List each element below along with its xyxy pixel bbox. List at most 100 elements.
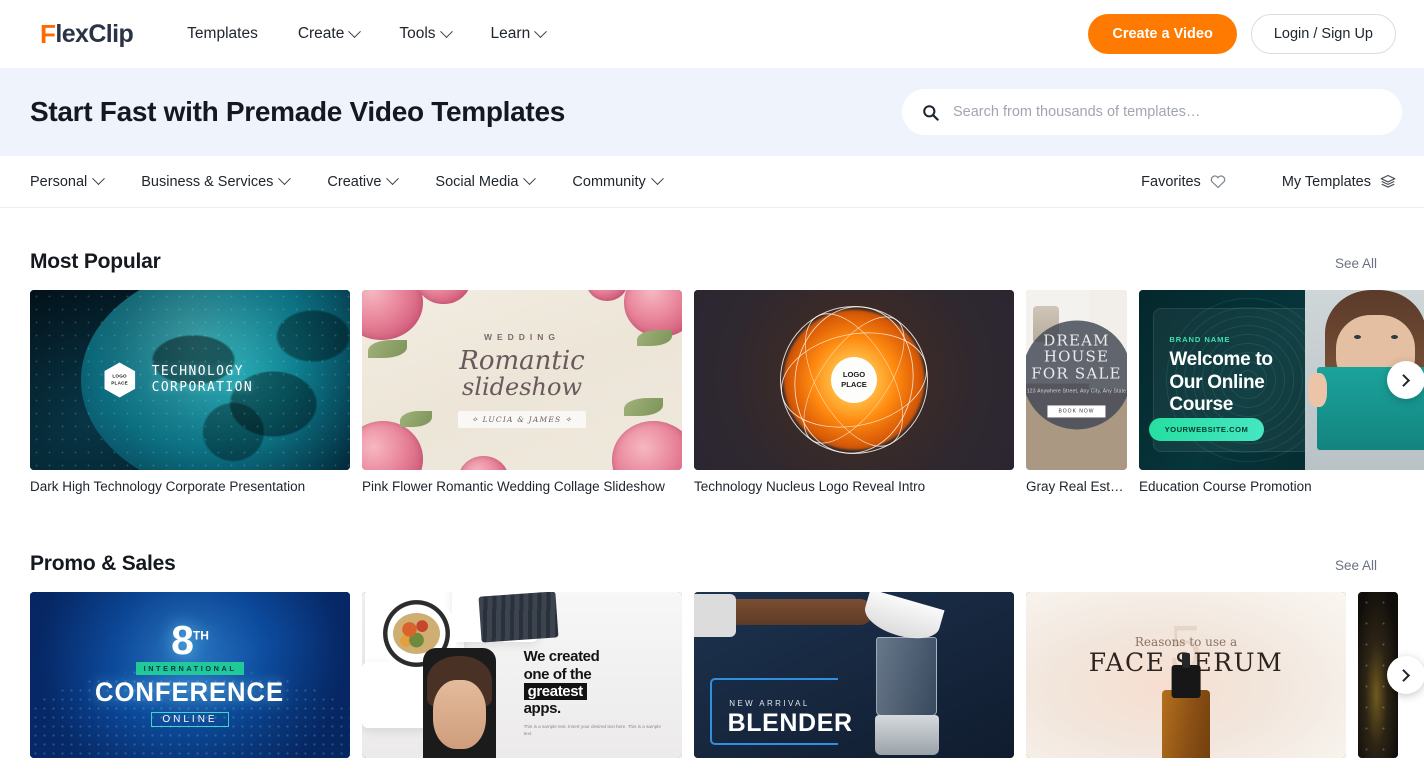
category-label: Business & Services: [141, 173, 274, 190]
hero-banner: Start Fast with Premade Video Templates: [0, 68, 1424, 156]
headline-tag: ONLINE: [151, 711, 229, 727]
create-video-button[interactable]: Create a Video: [1088, 14, 1237, 54]
flexclip-logo[interactable]: FlexClip: [40, 21, 134, 47]
nav-item-create[interactable]: Create: [296, 19, 362, 49]
website-pill: YOURWEBSITE.COM: [1148, 418, 1265, 442]
section-title: Promo & Sales: [30, 552, 176, 575]
category-personal[interactable]: Personal: [30, 172, 106, 190]
artwork-nucleus: LOGO PLACE: [694, 290, 1014, 470]
chevron-down-icon: [386, 172, 400, 186]
thumbnail-headline: TECHNOLOGY CORPORATION: [152, 364, 254, 396]
headline-kicker: Reasons to use a: [1134, 635, 1238, 650]
heart-icon: [1210, 175, 1226, 189]
nav-label: Create: [297, 25, 345, 42]
artwork-conference: 8TH INTERNATIONAL CONFERENCE ONLINE: [30, 592, 350, 758]
see-all-link[interactable]: See All: [1335, 256, 1377, 271]
search-input[interactable]: [953, 104, 1382, 120]
badge-line-1: LOGO: [842, 370, 866, 380]
category-business-services[interactable]: Business & Services: [141, 172, 292, 190]
template-card[interactable]: We created one of the greatest apps. Thi…: [362, 592, 682, 767]
category-label: Social Media: [435, 173, 519, 190]
template-thumbnail[interactable]: NEW ARRIVAL BLENDER: [694, 592, 1014, 758]
phone-mockup: [422, 648, 497, 758]
badge-line-2: PLACE: [841, 380, 867, 389]
template-thumbnail[interactable]: DREAM HOUSE FOR SALE 123 Anywhere Street…: [1026, 290, 1127, 470]
template-card[interactable]: WEDDING Romantic slideshow ✧ LUCIA & JAM…: [362, 290, 682, 494]
headline-line-3: FOR SALE: [1031, 364, 1122, 383]
thumbnail-headline: WEDDING Romantic slideshow ✧ LUCIA & JAM…: [362, 290, 682, 470]
search-bar[interactable]: [902, 89, 1402, 135]
nav-item-learn[interactable]: Learn: [489, 19, 548, 49]
category-community[interactable]: Community: [572, 172, 664, 190]
chevron-down-icon: [278, 172, 292, 186]
badge-line-2: PLACE: [111, 380, 128, 385]
number-value: 8: [171, 617, 194, 664]
carousel-next-button[interactable]: [1387, 361, 1424, 399]
template-title: Education Course Promotion: [1139, 479, 1312, 494]
template-thumbnail[interactable]: We created one of the greatest apps. Thi…: [362, 592, 682, 758]
sample-body-text: This is a sample text. Insert your desir…: [523, 723, 661, 736]
template-card[interactable]: NEW ARRIVAL BLENDER: [694, 592, 1014, 767]
template-thumbnail[interactable]: 5 Reasons to use a FACE SERUM: [1026, 592, 1346, 758]
template-thumbnail[interactable]: WEDDING Romantic slideshow ✧ LUCIA & JAM…: [362, 290, 682, 470]
template-thumbnail[interactable]: LOGO PLACE TECHNOLOGY CORPORATION: [30, 290, 350, 470]
headline-kicker: WEDDING: [483, 332, 561, 343]
device-shape: [478, 592, 559, 643]
hand-shape: [1308, 372, 1327, 407]
script-line-1: Romantic: [459, 346, 585, 377]
template-carousel-row: 8TH INTERNATIONAL CONFERENCE ONLINE We c…: [30, 592, 1424, 767]
category-label: Personal: [30, 173, 88, 190]
template-card[interactable]: LOGO PLACE TECHNOLOGY CORPORATION Dark H…: [30, 290, 350, 494]
nav-label: Tools: [399, 25, 436, 42]
thumbnail-headline: 8TH INTERNATIONAL CONFERENCE ONLINE: [30, 592, 350, 758]
artwork-face-serum: 5 Reasons to use a FACE SERUM: [1026, 592, 1346, 758]
eye-shape: [1390, 334, 1398, 339]
my-templates-link[interactable]: My Templates: [1282, 174, 1396, 190]
favorites-link[interactable]: Favorites: [1141, 174, 1226, 190]
chevron-right-icon: [1396, 668, 1410, 682]
bottle-cap: [1171, 665, 1201, 699]
headline-line-1: Welcome to: [1169, 349, 1273, 371]
thumbnail-headline: DREAM HOUSE FOR SALE 123 Anywhere Street…: [1026, 320, 1127, 430]
template-thumbnail[interactable]: LOGO PLACE: [694, 290, 1014, 470]
headline-line-1: DREAM: [1043, 331, 1110, 350]
category-social-media[interactable]: Social Media: [435, 172, 537, 190]
section-most-popular: Most Popular See All LOGO PLACE TECHNOLO…: [0, 250, 1424, 494]
page-title: Start Fast with Premade Video Templates: [30, 96, 565, 127]
main-nav: Templates Create Tools Learn: [185, 19, 548, 49]
headline-line-2: Our Online: [1169, 371, 1265, 393]
template-card[interactable]: DREAM HOUSE FOR SALE 123 Anywhere Street…: [1026, 290, 1127, 494]
chevron-down-icon: [523, 172, 537, 186]
search-icon: [923, 104, 939, 121]
nav-item-templates[interactable]: Templates: [185, 19, 260, 49]
template-title: Pink Flower Romantic Wedding Collage Sli…: [362, 479, 665, 494]
artwork-real-estate: DREAM HOUSE FOR SALE 123 Anywhere Street…: [1026, 290, 1127, 470]
template-card[interactable]: 8TH INTERNATIONAL CONFERENCE ONLINE: [30, 592, 350, 767]
category-label: Creative: [327, 173, 382, 190]
blender-jar: [876, 636, 938, 717]
headline-line-3: apps.: [523, 699, 562, 717]
nav-item-tools[interactable]: Tools: [397, 19, 453, 49]
category-label: Community: [572, 173, 646, 190]
category-nav-actions: Favorites My Templates: [1141, 174, 1396, 190]
logo-placeholder-badge: LOGO PLACE: [831, 357, 877, 403]
template-card[interactable]: LOGO PLACE Technology Nucleus Logo Revea…: [694, 290, 1014, 494]
template-thumbnail[interactable]: BRAND NAME Welcome to Our Online Course …: [1139, 290, 1424, 470]
category-creative[interactable]: Creative: [327, 172, 400, 190]
login-signup-button[interactable]: Login / Sign Up: [1250, 14, 1396, 54]
layers-icon: [1380, 174, 1396, 188]
template-carousel-row: LOGO PLACE TECHNOLOGY CORPORATION Dark H…: [30, 290, 1424, 494]
section-title: Most Popular: [30, 250, 161, 273]
template-card[interactable]: BRAND NAME Welcome to Our Online Course …: [1139, 290, 1424, 494]
names-chip: ✧ LUCIA & JAMES ✧: [457, 410, 587, 428]
artwork-tech-globe: LOGO PLACE TECHNOLOGY CORPORATION: [30, 290, 350, 470]
ordinal-suffix: TH: [192, 628, 209, 643]
see-all-link[interactable]: See All: [1335, 558, 1377, 573]
template-title: Dark High Technology Corporate Presentat…: [30, 479, 306, 494]
template-card[interactable]: 5 Reasons to use a FACE SERUM: [1026, 592, 1346, 767]
headline-main: BLENDER: [727, 709, 853, 738]
headline-line-1: We created: [523, 648, 600, 666]
carousel-next-button[interactable]: [1387, 656, 1424, 694]
template-thumbnail[interactable]: 8TH INTERNATIONAL CONFERENCE ONLINE: [30, 592, 350, 758]
eye-shape: [1353, 334, 1361, 339]
